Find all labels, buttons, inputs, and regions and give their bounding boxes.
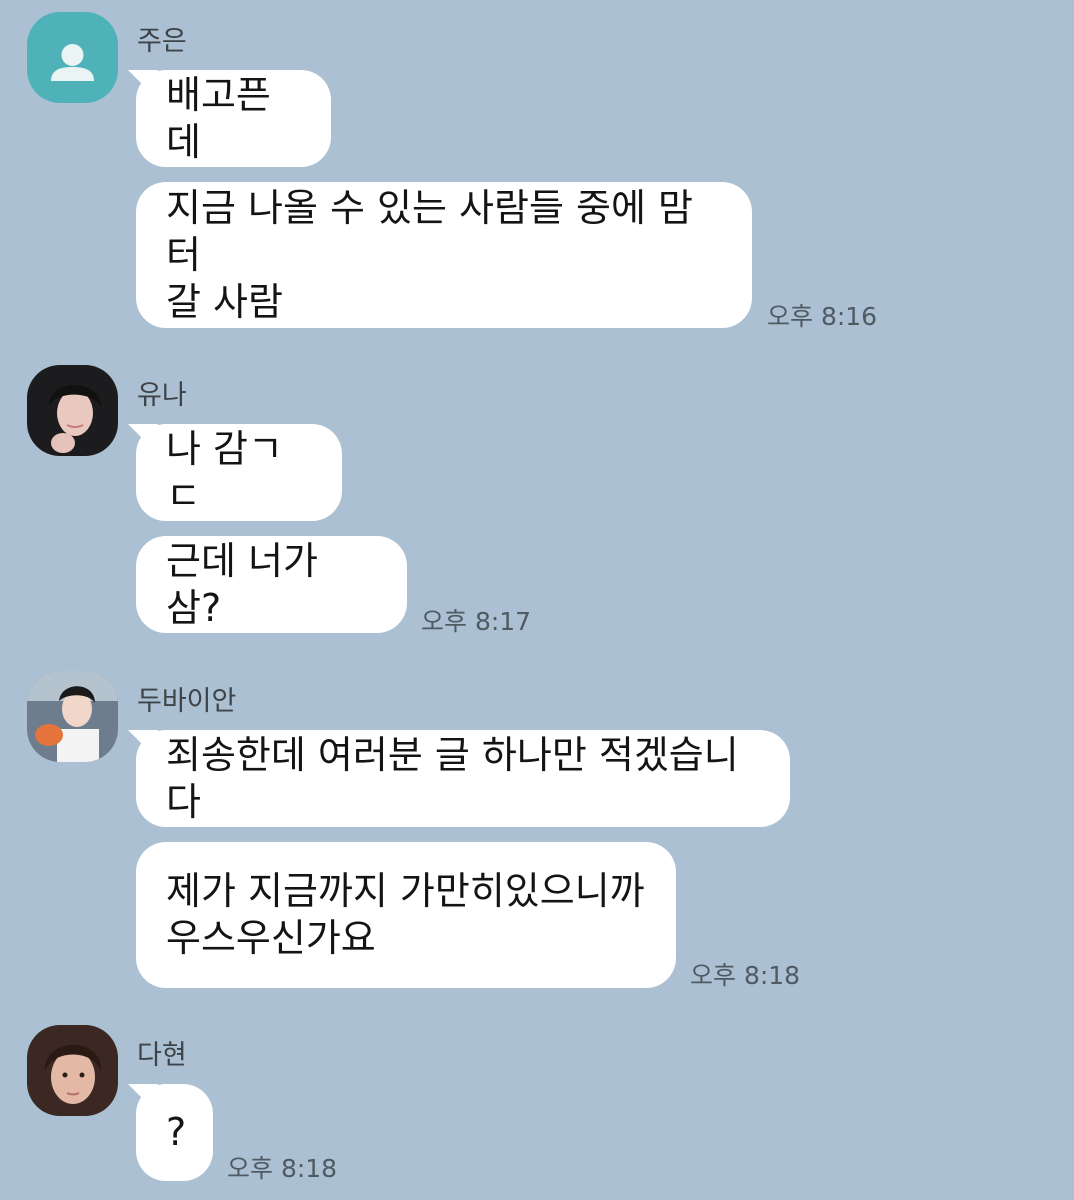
avatar-photo[interactable] [27,1025,118,1116]
message-bubble[interactable]: ? [136,1084,213,1181]
sender-name: 주은 [137,26,187,57]
sender-name: 유나 [137,380,187,411]
message-bubble[interactable]: 지금 나올 수 있는 사람들 중에 맘터 갈 사람 [136,182,752,328]
profile-photo [27,671,118,762]
message-bubble[interactable]: 제가 지금까지 가만히있으니까 우스우신가요 [136,842,676,988]
avatar-default[interactable] [27,12,118,103]
sender-name: 다현 [137,1040,187,1071]
avatar-photo[interactable] [27,671,118,762]
avatar-photo[interactable] [27,365,118,456]
profile-photo [27,365,118,456]
message-timestamp: 오후 8:18 [227,1154,338,1183]
message-bubble[interactable]: 죄송한데 여러분 글 하나만 적겠습니다 [136,730,790,827]
message-timestamp: 오후 8:18 [690,961,801,990]
message-timestamp: 오후 8:17 [421,607,532,636]
sender-name: 두바이안 [137,686,237,717]
person-icon [27,12,118,103]
profile-photo [27,1025,118,1116]
message-bubble[interactable]: 나 감ㄱㄷ [136,424,342,521]
message-timestamp: 오후 8:16 [767,302,878,331]
message-bubble[interactable]: 배고픈데 [136,70,331,167]
chat-room: 주은 배고픈데 지금 나올 수 있는 사람들 중에 맘터 갈 사람 오후 8:1… [0,0,1074,1200]
message-bubble[interactable]: 근데 너가 삼? [136,536,407,633]
